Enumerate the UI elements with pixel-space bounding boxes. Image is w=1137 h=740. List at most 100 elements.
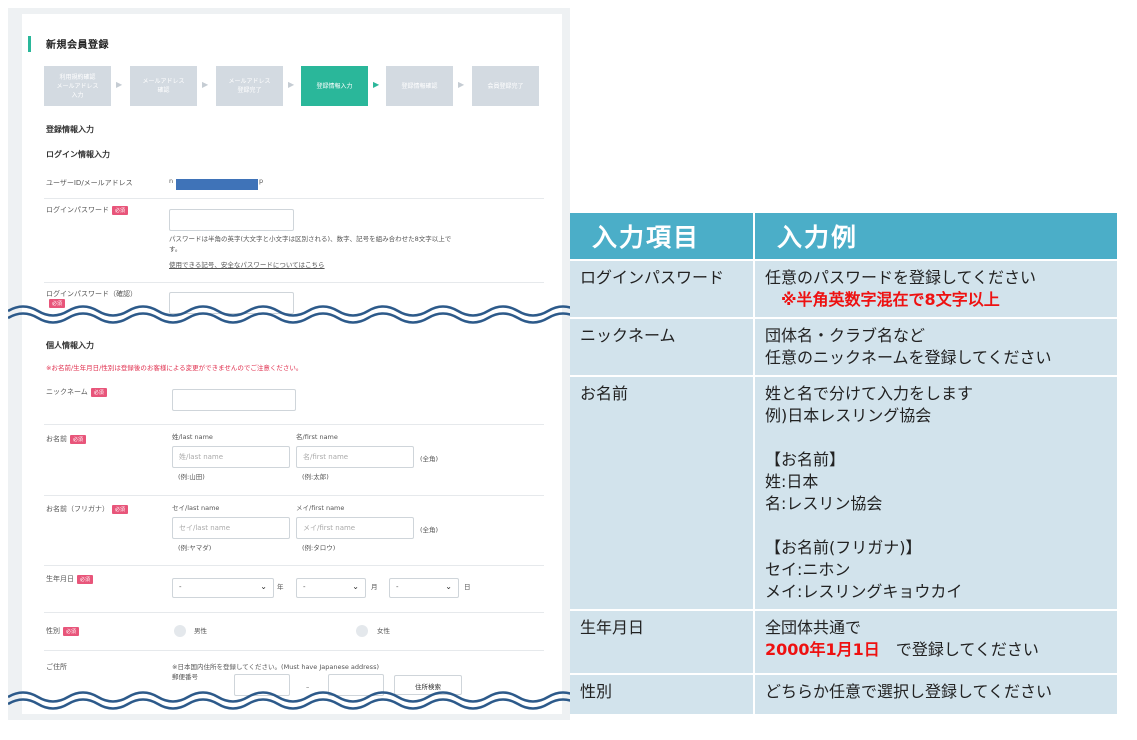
first-name-input[interactable]: 名/first name — [296, 446, 414, 468]
chevron-down-icon: ⌄ — [352, 582, 359, 591]
kana-first-header: メイ/first name — [296, 504, 345, 512]
female-radio[interactable] — [356, 625, 368, 637]
row-item: 生年月日 — [570, 609, 755, 674]
row-example: 団体名・クラブ名など 任意のニックネームを登録してください — [754, 317, 1117, 376]
table-row: 性別 どちらか任意で選択し登録してください — [570, 673, 1117, 714]
step-arrow-icon: ▶ — [116, 80, 123, 89]
divider — [44, 650, 544, 651]
divider — [44, 282, 544, 283]
divider — [44, 198, 544, 199]
section-login: ログイン情報入力 — [46, 150, 110, 159]
example-line-mixed: 2000年1月1日 で登録してください — [765, 639, 1107, 661]
last-name-header: 姓/last name — [172, 433, 213, 441]
step-arrow-icon: ▶ — [288, 80, 295, 89]
nickname-label-text: ニックネーム — [46, 388, 88, 396]
example-line: セイ:ニホン — [765, 560, 851, 579]
header-example: 入力例 — [777, 223, 859, 252]
divider — [44, 565, 544, 566]
kana-last-input[interactable]: セイ/last name — [172, 517, 290, 539]
example-line: 任意のニックネームを登録してください — [765, 348, 1052, 367]
female-label: 女性 — [377, 627, 390, 635]
form-card: 新規会員登録 利用規約確認 メールアドレス 入力 ▶ メールアドレス 確認 ▶ … — [22, 14, 562, 714]
row-example: 全団体共通で 2000年1月1日 で登録してください — [754, 609, 1117, 674]
row-item: 性別 — [570, 673, 755, 714]
row-example: 任意のパスワードを登録してください ※半角英数字混在で8文字以上 — [754, 259, 1117, 318]
chevron-down-icon: ⌄ — [445, 582, 452, 591]
row-example: 姓と名で分けて入力をします 例)日本レスリング協会 【お名前】 姓:日本 名:レ… — [754, 375, 1117, 610]
nickname-input[interactable] — [172, 389, 296, 411]
table-row: ログインパスワード 任意のパスワードを登録してください ※半角英数字混在で8文字… — [570, 259, 1117, 318]
userid-suffix: p — [259, 177, 264, 185]
row-item: ニックネーム — [570, 317, 755, 376]
required-badge: 必須 — [112, 504, 129, 514]
password-help: パスワードは半角の英字(大文字と小文字は区別される)、数字、記号を組み合わせた8… — [169, 235, 452, 253]
last-name-input[interactable]: 姓/last name — [172, 446, 290, 468]
step-arrow-icon: ▶ — [202, 80, 209, 89]
kana-first-input[interactable]: メイ/first name — [296, 517, 414, 539]
gender-label-text: 性別 — [46, 627, 60, 635]
example-line: 全団体共通で — [765, 618, 862, 637]
cut-wave-decoration — [8, 691, 570, 710]
fullwidth-note: (全角) — [420, 455, 439, 463]
required-badge: 必須 — [112, 205, 129, 215]
example-line: 名:レスリン協会 — [765, 494, 883, 513]
example-emphasis: ※半角英数字混在で8文字以上 — [765, 290, 1000, 309]
example-line: 姓:日本 — [765, 472, 819, 491]
table-header-row: 入力項目 入力例 — [570, 213, 1117, 260]
divider — [44, 612, 544, 613]
password-input[interactable] — [169, 209, 294, 231]
password-label: ログインパスワード 必須 — [46, 205, 129, 215]
birth-year-value: - — [179, 583, 182, 591]
page-title: 新規会員登録 — [46, 40, 109, 51]
required-badge: 必須 — [90, 387, 107, 397]
example-line: メイ:レスリングキョウカイ — [765, 582, 963, 601]
divider — [44, 424, 544, 425]
cut-wave-decoration — [8, 305, 570, 324]
password-help-link[interactable]: 使用できる記号、安全なパスワードについてはこちら — [169, 259, 325, 269]
section-personal: 個人情報入力 — [46, 341, 94, 350]
example-line: 団体名・クラブ名など — [765, 326, 926, 345]
input-guide-table: 入力項目 入力例 ログインパスワード 任意のパスワードを登録してください ※半角… — [570, 213, 1117, 714]
address-note: ※日本国内住所を登録してください。(Must have Japanese add… — [172, 663, 379, 671]
male-radio[interactable] — [174, 625, 186, 637]
required-badge: 必須 — [70, 434, 87, 444]
nickname-label: ニックネーム 必須 — [46, 387, 107, 397]
birthdate-label: 生年月日 必須 — [46, 574, 94, 584]
example-line-rest: で登録してください — [879, 640, 1039, 659]
form-screenshot: 新規会員登録 利用規約確認 メールアドレス 入力 ▶ メールアドレス 確認 ▶ … — [8, 8, 570, 720]
title-accent-bar — [28, 36, 31, 52]
example-line: 【お名前】 — [765, 450, 846, 469]
step-6: 会員登録完了 — [472, 66, 539, 106]
day-unit: 日 — [464, 583, 471, 591]
first-name-example: (例:太郎) — [302, 473, 329, 481]
fullwidth-note: (全角) — [420, 526, 439, 534]
userid-label: ユーザーID/メールアドレス — [46, 179, 133, 187]
example-line: どちらか任意で選択し登録してください — [765, 682, 1053, 701]
kana-label-text: お名前（フリガナ） — [46, 505, 109, 513]
progress-steps: 利用規約確認 メールアドレス 入力 ▶ メールアドレス 確認 ▶ メールアドレス… — [44, 66, 554, 106]
kana-last-header: セイ/last name — [172, 504, 220, 512]
password-confirm-label-text: ログインパスワード（確認） — [46, 290, 137, 298]
step-2: メールアドレス 確認 — [130, 66, 197, 106]
table-row: ニックネーム 団体名・クラブ名など 任意のニックネームを登録してください — [570, 317, 1117, 376]
example-line: 例)日本レスリング協会 — [765, 406, 932, 425]
required-badge: 必須 — [77, 574, 94, 584]
step-5: 登録情報確認 — [386, 66, 453, 106]
row-item: ログインパスワード — [570, 259, 755, 318]
masked-email — [176, 179, 258, 190]
table-row: お名前 姓と名で分けて入力をします 例)日本レスリング協会 【お名前】 姓:日本… — [570, 375, 1117, 610]
address-label: ご住所 — [46, 663, 67, 671]
birth-month-select[interactable]: - ⌄ — [296, 578, 366, 598]
example-line — [765, 515, 1107, 537]
step-1: 利用規約確認 メールアドレス 入力 — [44, 66, 111, 106]
year-unit: 年 — [277, 583, 284, 591]
table-row: 生年月日 全団体共通で 2000年1月1日 で登録してください — [570, 609, 1117, 674]
name-label: お名前 必須 — [46, 434, 87, 444]
section-registration: 登録情報入力 — [46, 125, 94, 134]
birth-day-select[interactable]: - ⌄ — [389, 578, 459, 598]
gender-label: 性別 必須 — [46, 626, 80, 636]
row-item: お名前 — [570, 375, 755, 610]
male-label: 男性 — [194, 627, 207, 635]
birth-month-value: - — [303, 583, 306, 591]
birth-year-select[interactable]: - ⌄ — [172, 578, 274, 598]
